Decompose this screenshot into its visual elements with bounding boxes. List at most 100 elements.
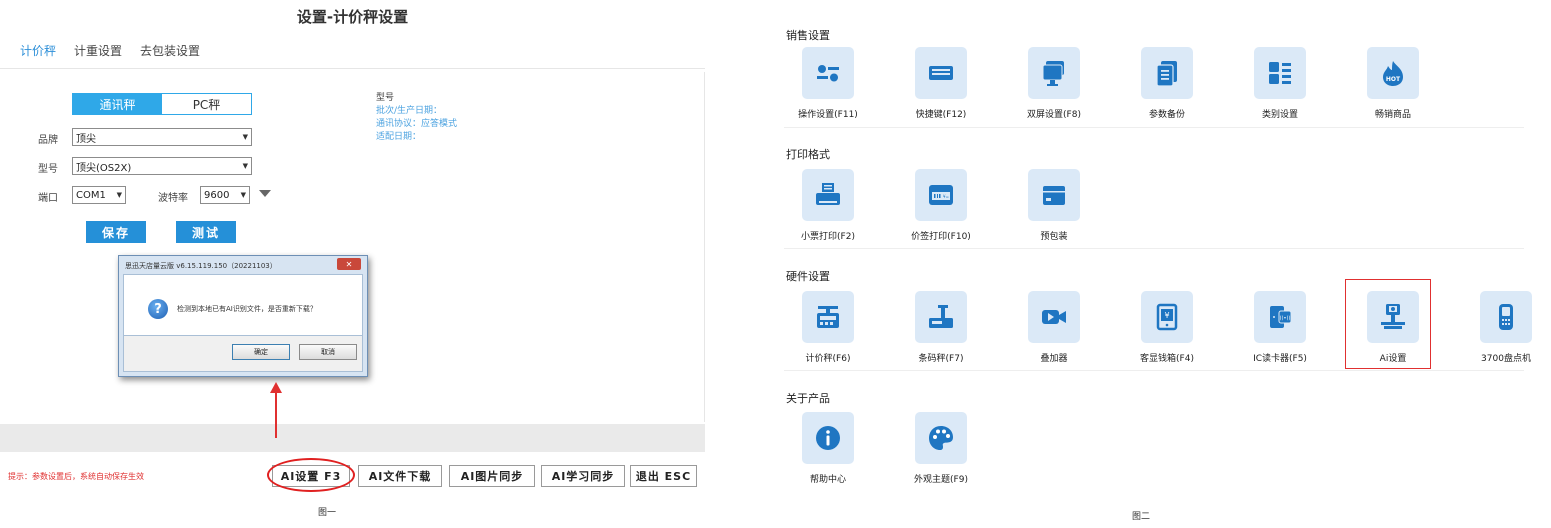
panel-footer-strip [0, 424, 705, 452]
comm-scale-option[interactable]: 通讯秤 [73, 94, 162, 114]
save-button[interactable]: 保存 [86, 221, 146, 243]
tile-box [915, 412, 967, 464]
pc-scale-option[interactable]: PC秤 [162, 94, 251, 114]
baud-select[interactable]: 9600 ▼ [200, 186, 250, 204]
info-heading: 型号 [376, 93, 395, 103]
tile-ai-settings[interactable]: Ai设置 [1339, 291, 1451, 364]
brand-value: 顶尖 [76, 133, 96, 145]
settings-list-icon [817, 65, 839, 82]
dialog-message: 检测到本地已有AI识别文件，是否重新下载？ [177, 305, 317, 313]
exit-button[interactable]: 退出 ESC [630, 465, 697, 487]
ai-settings-button[interactable]: AI设置 F3 [272, 465, 350, 487]
section-divider [784, 248, 1524, 249]
tab-pricing-scale[interactable]: 计价秤 [20, 42, 56, 59]
baud-value: 9600 [204, 189, 230, 201]
info-batch: 批次/生产日期： [376, 106, 443, 116]
info-protocol: 通讯协议：应答模式 [376, 119, 458, 129]
section-title-sales: 销售设置 [786, 29, 830, 42]
tile-box [802, 291, 854, 343]
tile-label: 价签打印(F10) [911, 232, 971, 242]
tab-divider [0, 68, 705, 69]
tile-label: 快捷键(F12) [915, 110, 967, 120]
tile-best-sellers[interactable]: HOT 畅销商品 [1339, 47, 1451, 120]
section-title-print: 打印格式 [786, 148, 830, 161]
tile-shortcuts[interactable]: 快捷键(F12) [887, 47, 999, 120]
expand-triangle-icon[interactable] [259, 190, 271, 197]
test-button[interactable]: 测试 [176, 221, 236, 243]
cash-drawer-icon: ¥ [1156, 303, 1178, 331]
section-title-about: 关于产品 [786, 392, 830, 405]
model-value: 顶尖(OS2X) [76, 162, 132, 174]
tile-help-center[interactable]: 帮助中心 [774, 412, 886, 485]
tile-label: Ai设置 [1379, 354, 1407, 364]
ok-button[interactable]: 确定 [232, 344, 290, 360]
tile-3700-terminal[interactable]: 3700盘点机 [1452, 291, 1551, 364]
tile-box [1480, 291, 1532, 343]
tile-operation-settings[interactable]: 操作设置(F11) [774, 47, 886, 120]
baud-label: 波特率 [158, 193, 188, 204]
model-label: 型号 [38, 164, 58, 175]
svg-text:((•)): ((•)) [1280, 316, 1291, 322]
tile-box [1367, 291, 1419, 343]
tab-tare-settings[interactable]: 去包装设置 [140, 42, 200, 59]
close-icon[interactable]: ✕ [337, 258, 361, 270]
tile-prepack[interactable]: 预包装 [1000, 169, 1112, 242]
receipt-printer-icon [816, 183, 840, 205]
port-value: COM1 [76, 189, 106, 201]
tile-label: 畅销商品 [1374, 110, 1411, 120]
port-label: 端口 [38, 193, 58, 204]
dialog-footer: 确定 取消 [123, 336, 363, 372]
tile-label: IC读卡器(F5) [1253, 354, 1307, 364]
tile-pricing-scale[interactable]: 计价秤(F6) [774, 291, 886, 364]
category-icon [1269, 62, 1291, 84]
tile-box [802, 169, 854, 221]
tile-box: HOT [1367, 47, 1419, 99]
svg-text:¥=: ¥= [943, 194, 949, 199]
redownload-dialog: 思迅天店量云版 v6.15.119.150（20221103） ✕ ? 检测到本… [118, 255, 368, 377]
tile-ic-card-reader[interactable]: ((•)) IC读卡器(F5) [1226, 291, 1338, 364]
tile-box [1141, 47, 1193, 99]
port-select[interactable]: COM1 ▼ [72, 186, 126, 204]
tile-label-print[interactable]: ¥= 价签打印(F10) [887, 169, 999, 242]
monitor-icon [1042, 61, 1064, 86]
info-adapt-date: 适配日期： [376, 132, 422, 142]
card-reader-icon: ((•)) [1270, 306, 1292, 328]
tile-category-settings[interactable]: 类别设置 [1226, 47, 1338, 120]
page-title: 设置-计价秤设置 [296, 8, 409, 26]
ai-image-sync-button[interactable]: AI图片同步 [449, 465, 535, 487]
dialog-title: 思迅天店量云版 v6.15.119.150（20221103） [125, 262, 277, 270]
ai-learning-sync-button[interactable]: AI学习同步 [541, 465, 625, 487]
palette-icon [929, 426, 953, 450]
chevron-down-icon: ▼ [116, 191, 122, 199]
tile-box: ((•)) [1254, 291, 1306, 343]
tile-dual-screen[interactable]: 双屏设置(F8) [1000, 47, 1112, 120]
tile-box [802, 47, 854, 99]
scale-type-toggle: 通讯秤 PC秤 [72, 93, 252, 115]
brand-select[interactable]: 顶尖 ▼ [72, 128, 252, 146]
chevron-down-icon: ▼ [240, 191, 246, 199]
tile-receipt-print[interactable]: 小票打印(F2) [774, 169, 886, 242]
tile-box [1028, 47, 1080, 99]
model-select[interactable]: 顶尖(OS2X) ▼ [72, 157, 252, 175]
brand-label: 品牌 [38, 135, 58, 146]
video-camera-icon [1042, 310, 1066, 324]
tile-customer-display[interactable]: ¥ 客显钱箱(F4) [1113, 291, 1225, 364]
ai-scale-icon [1381, 304, 1405, 329]
package-icon [1043, 186, 1065, 205]
tile-label: 条码秤(F7) [918, 354, 964, 364]
tile-barcode-scale[interactable]: 条码秤(F7) [887, 291, 999, 364]
autosave-hint: 提示：参数设置后，系统自动保存生效 [8, 472, 144, 481]
tile-appearance-theme[interactable]: 外观主题(F9) [887, 412, 999, 485]
tile-parameter-backup[interactable]: 参数备份 [1113, 47, 1225, 120]
tile-label: 预包装 [1040, 232, 1068, 242]
caption-figure-2: 图二 [1132, 512, 1151, 522]
tab-weighing-settings[interactable]: 计重设置 [74, 42, 122, 59]
ai-file-download-button[interactable]: AI文件下载 [358, 465, 442, 487]
chevron-down-icon: ▼ [242, 162, 248, 170]
tile-label: 双屏设置(F8) [1027, 110, 1081, 120]
tile-box [1028, 169, 1080, 221]
tile-label: 计价秤(F6) [805, 354, 851, 364]
tile-overlay-device[interactable]: 叠加器 [1000, 291, 1112, 364]
hot-icon: HOT [1383, 61, 1403, 86]
cancel-button[interactable]: 取消 [299, 344, 357, 360]
